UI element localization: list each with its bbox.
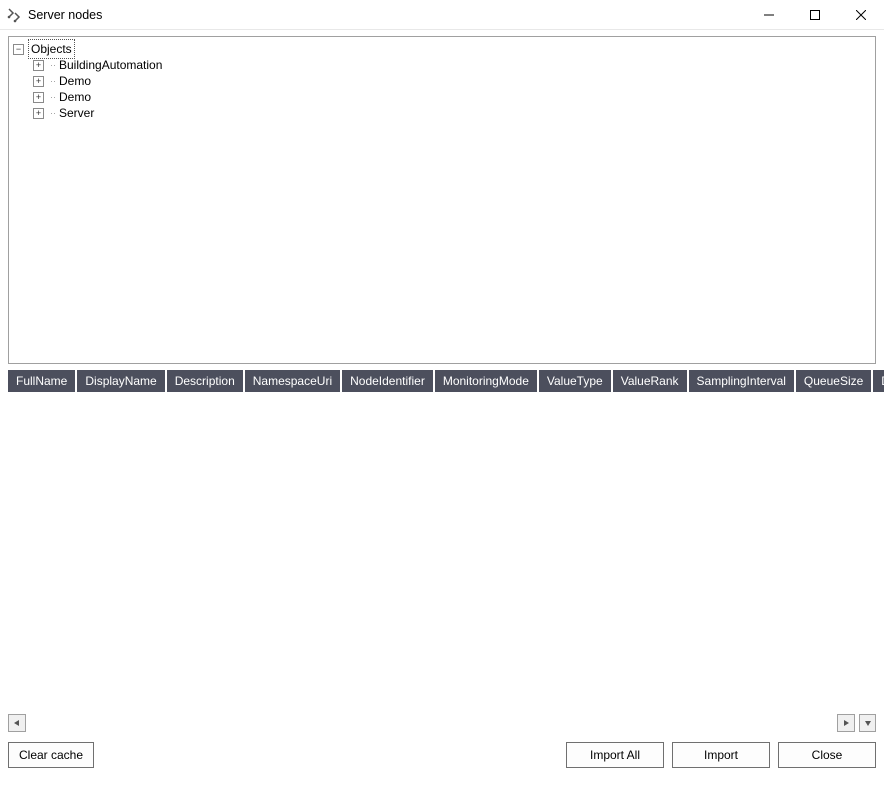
column-header[interactable]: MonitoringMode [435,370,537,392]
tree-node-objects[interactable]: − Objects [11,41,873,57]
tree-node[interactable]: +·· Demo [31,73,873,89]
tree-node-label: Demo [59,89,91,105]
window-title: Server nodes [28,8,102,22]
grid-header: FullName DisplayName Description Namespa… [8,370,876,392]
column-header[interactable]: FullName [8,370,75,392]
scroll-down-button[interactable] [859,714,876,732]
window-controls [746,0,884,29]
titlebar: Server nodes [0,0,884,30]
column-header[interactable]: QueueSize [796,370,871,392]
expand-icon[interactable]: + [33,92,44,103]
grid-body[interactable] [8,392,876,714]
tree-node-label: Demo [59,73,91,89]
tree-node[interactable]: +·· Demo [31,89,873,105]
import-all-button[interactable]: Import All [566,742,664,768]
expand-icon[interactable]: + [33,60,44,71]
tree-node[interactable]: +·· BuildingAutomation [31,57,873,73]
expand-icon[interactable]: + [33,76,44,87]
column-header[interactable]: ValueType [539,370,611,392]
tree-node-label: BuildingAutomation [59,57,162,73]
hscroll-track[interactable] [26,714,837,732]
expand-icon[interactable]: + [33,108,44,119]
column-header[interactable]: Description [167,370,243,392]
maximize-button[interactable] [792,0,838,29]
scroll-left-button[interactable] [8,714,26,732]
app-icon [6,7,22,23]
column-header[interactable]: NamespaceUri [245,370,340,392]
column-header[interactable]: DiscardOldest [873,370,884,392]
close-button[interactable]: Close [778,742,876,768]
minimize-button[interactable] [746,0,792,29]
column-header[interactable]: DisplayName [77,370,164,392]
tree-node-label: Server [59,105,94,121]
column-header[interactable]: ValueRank [613,370,687,392]
clear-cache-button[interactable]: Clear cache [8,742,94,768]
scroll-right-button[interactable] [837,714,855,732]
column-header[interactable]: SamplingInterval [689,370,794,392]
button-row: Clear cache Import All Import Close [8,742,876,768]
import-button[interactable]: Import [672,742,770,768]
column-header[interactable]: NodeIdentifier [342,370,433,392]
tree-node[interactable]: +·· Server [31,105,873,121]
object-tree[interactable]: − Objects +·· BuildingAutomation +·· Dem… [8,36,876,364]
close-window-button[interactable] [838,0,884,29]
tree-node-label: Objects [30,41,73,57]
collapse-icon[interactable]: − [13,44,24,55]
